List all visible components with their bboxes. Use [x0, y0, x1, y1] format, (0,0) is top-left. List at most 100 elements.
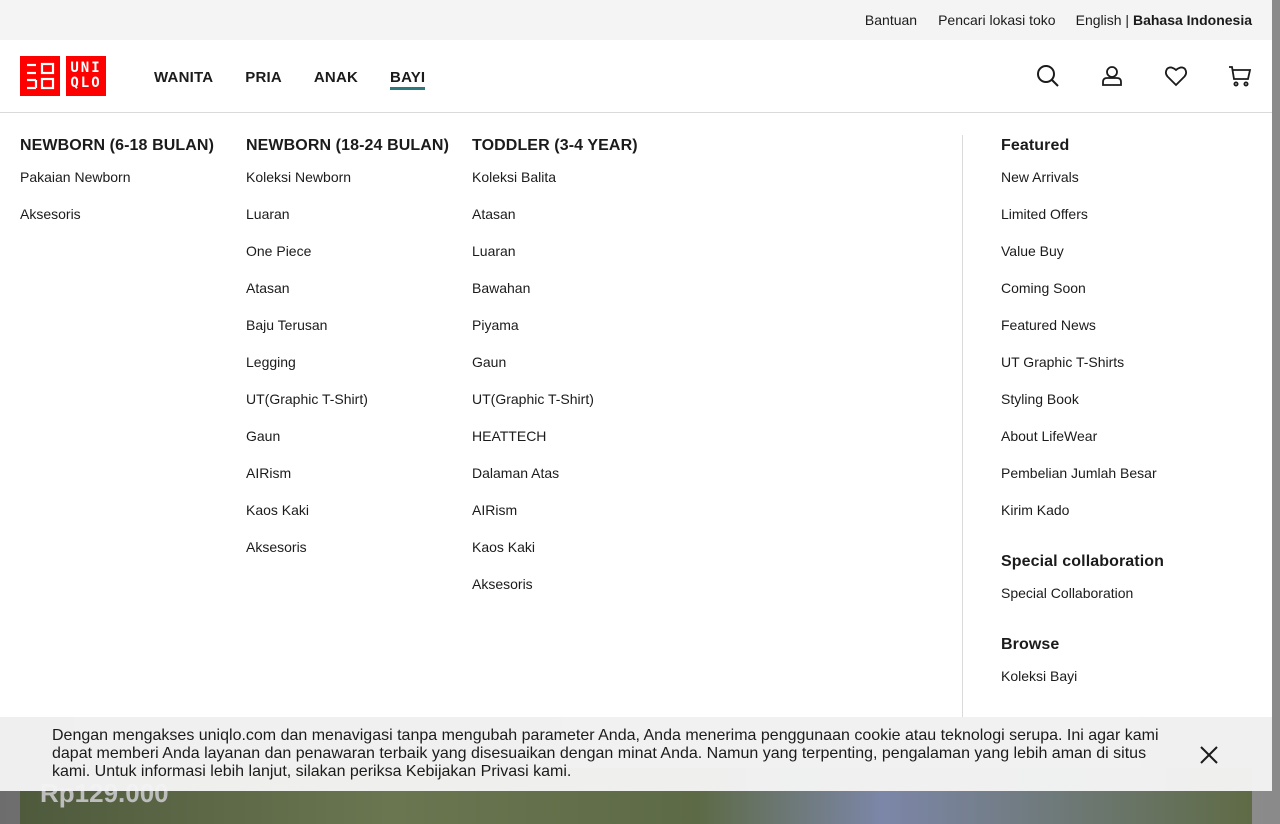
featured-item-link[interactable]: Coming Soon: [1001, 280, 1086, 296]
menu-item-link[interactable]: Dalaman Atas: [472, 465, 559, 481]
browse-item-link[interactable]: Koleksi Bayi: [1001, 668, 1077, 684]
list-item: Luaran: [246, 206, 449, 243]
menu-column-toddler: TODDLER (3-4 YEAR) Koleksi Balita Atasan L…: [472, 137, 638, 613]
list-item: Atasan: [472, 206, 638, 243]
list-item: UT(Graphic T-Shirt): [246, 391, 449, 428]
list-item: AIRism: [246, 465, 449, 502]
list-item: Piyama: [472, 317, 638, 354]
list-item: Koleksi Newborn: [246, 169, 449, 206]
featured-item-link[interactable]: Styling Book: [1001, 391, 1079, 407]
menu-item-link[interactable]: Kaos Kaki: [472, 539, 535, 555]
menu-item-link[interactable]: One Piece: [246, 243, 311, 259]
list-item: Dalaman Atas: [472, 465, 638, 502]
nav-kids[interactable]: ANAK: [314, 63, 358, 90]
list-item: Special Collaboration: [1001, 585, 1164, 622]
list-item: Coming Soon: [1001, 280, 1164, 317]
list-item: Kaos Kaki: [246, 502, 449, 539]
menu-item-link[interactable]: Gaun: [472, 354, 506, 370]
list-item: Featured News: [1001, 317, 1164, 354]
list-item: Aksesoris: [472, 576, 638, 613]
list-item: Koleksi Balita: [472, 169, 638, 206]
store-locator-link[interactable]: Pencari lokasi toko: [938, 12, 1056, 28]
menu-divider: [962, 135, 963, 717]
menu-item-link[interactable]: UT(Graphic T-Shirt): [472, 391, 594, 407]
cookie-banner: Dengan mengakses uniqlo.com dan menaviga…: [0, 717, 1272, 791]
header-actions: [1036, 64, 1252, 88]
menu-item-link[interactable]: Aksesoris: [472, 576, 533, 592]
list-item: Gaun: [246, 428, 449, 465]
help-link[interactable]: Bantuan: [865, 12, 917, 28]
column-title[interactable]: TODDLER (3-4 YEAR): [472, 137, 638, 155]
list-item: Legging: [246, 354, 449, 391]
menu-item-link[interactable]: AIRism: [246, 465, 291, 481]
list-item: Pembelian Jumlah Besar: [1001, 465, 1164, 502]
menu-item-link[interactable]: Piyama: [472, 317, 519, 333]
list-item: Baju Terusan: [246, 317, 449, 354]
close-icon[interactable]: [1199, 745, 1219, 765]
logo-text-tile: UNI QLO: [66, 56, 106, 96]
list-item: UT Graphic T-Shirts: [1001, 354, 1164, 391]
featured-item-link[interactable]: Limited Offers: [1001, 206, 1088, 222]
menu-item-link[interactable]: Luaran: [246, 206, 290, 222]
menu-item-link[interactable]: Gaun: [246, 428, 280, 444]
list-item: UT(Graphic T-Shirt): [472, 391, 638, 428]
menu-item-link[interactable]: HEATTECH: [472, 428, 546, 444]
list-item: Gaun: [472, 354, 638, 391]
list-item: AIRism: [472, 502, 638, 539]
lang-english-link[interactable]: English |: [1076, 12, 1129, 28]
nav-baby[interactable]: BAYI: [390, 63, 426, 90]
collab-item-link[interactable]: Special Collaboration: [1001, 585, 1133, 601]
logo-text-line2: QLO: [70, 75, 102, 91]
menu-item-link[interactable]: Koleksi Newborn: [246, 169, 351, 185]
featured-title: Featured: [1001, 137, 1070, 154]
menu-item-link[interactable]: Pakaian Newborn: [20, 169, 131, 185]
column-title[interactable]: NEWBORN (6-18 BULAN): [20, 137, 214, 155]
menu-item-link[interactable]: Luaran: [472, 243, 516, 259]
featured-item-link[interactable]: Value Buy: [1001, 243, 1064, 259]
column-title[interactable]: NEWBORN (18-24 BULAN): [246, 137, 449, 155]
search-icon[interactable]: [1036, 64, 1060, 88]
list-item: Bawahan: [472, 280, 638, 317]
main-nav: WANITA PRIA ANAK BAYI: [154, 40, 426, 113]
menu-item-link[interactable]: UT(Graphic T-Shirt): [246, 391, 368, 407]
menu-item-link[interactable]: Kaos Kaki: [246, 502, 309, 518]
utility-bar: Bantuan Pencari lokasi toko English | Ba…: [0, 0, 1272, 40]
featured-item-link[interactable]: UT Graphic T-Shirts: [1001, 354, 1124, 370]
menu-item-link[interactable]: Atasan: [472, 206, 516, 222]
list-item: Luaran: [472, 243, 638, 280]
wishlist-heart-icon[interactable]: [1164, 64, 1188, 88]
nav-women[interactable]: WANITA: [154, 63, 213, 90]
list-item: About LifeWear: [1001, 428, 1164, 465]
featured-item-link[interactable]: New Arrivals: [1001, 169, 1079, 185]
menu-item-link[interactable]: AIRism: [472, 502, 517, 518]
collab-title: Special collaboration: [1001, 553, 1165, 570]
featured-item-link[interactable]: Featured News: [1001, 317, 1096, 333]
featured-item-link[interactable]: Kirim Kado: [1001, 502, 1069, 518]
logo-katakana-tile: [20, 56, 60, 96]
list-item: Kaos Kaki: [472, 539, 638, 576]
site-header: UNI QLO WANITA PRIA ANAK BAYI: [0, 40, 1272, 113]
uniqlo-logo[interactable]: UNI QLO: [20, 56, 106, 96]
menu-item-link[interactable]: Legging: [246, 354, 296, 370]
list-item: Aksesoris: [246, 539, 449, 576]
featured-item-link[interactable]: About LifeWear: [1001, 428, 1097, 444]
featured-item-link[interactable]: Pembelian Jumlah Besar: [1001, 465, 1157, 481]
language-switcher: English | Bahasa Indonesia: [1076, 12, 1252, 28]
menu-item-link[interactable]: Aksesoris: [246, 539, 307, 555]
featured-group: Featured New Arrivals Limited Offers Value…: [1001, 137, 1164, 539]
menu-item-link[interactable]: Aksesoris: [20, 206, 81, 222]
nav-men[interactable]: PRIA: [245, 63, 282, 90]
logo-text-line1: UNI: [70, 60, 102, 76]
menu-item-link[interactable]: Koleksi Balita: [472, 169, 556, 185]
cookie-text: Dengan mengakses uniqlo.com dan menaviga…: [52, 727, 1159, 780]
list-item: Koleksi Bayi: [1001, 668, 1164, 705]
lang-indonesian-link[interactable]: Bahasa Indonesia: [1133, 12, 1252, 28]
cart-icon[interactable]: [1228, 64, 1252, 88]
account-icon[interactable]: [1100, 64, 1124, 88]
list-item: New Arrivals: [1001, 169, 1164, 206]
menu-item-link[interactable]: Baju Terusan: [246, 317, 327, 333]
scrollbar[interactable]: [1272, 0, 1280, 824]
menu-item-link[interactable]: Atasan: [246, 280, 290, 296]
list-item: Pakaian Newborn: [20, 169, 214, 206]
menu-item-link[interactable]: Bawahan: [472, 280, 530, 296]
